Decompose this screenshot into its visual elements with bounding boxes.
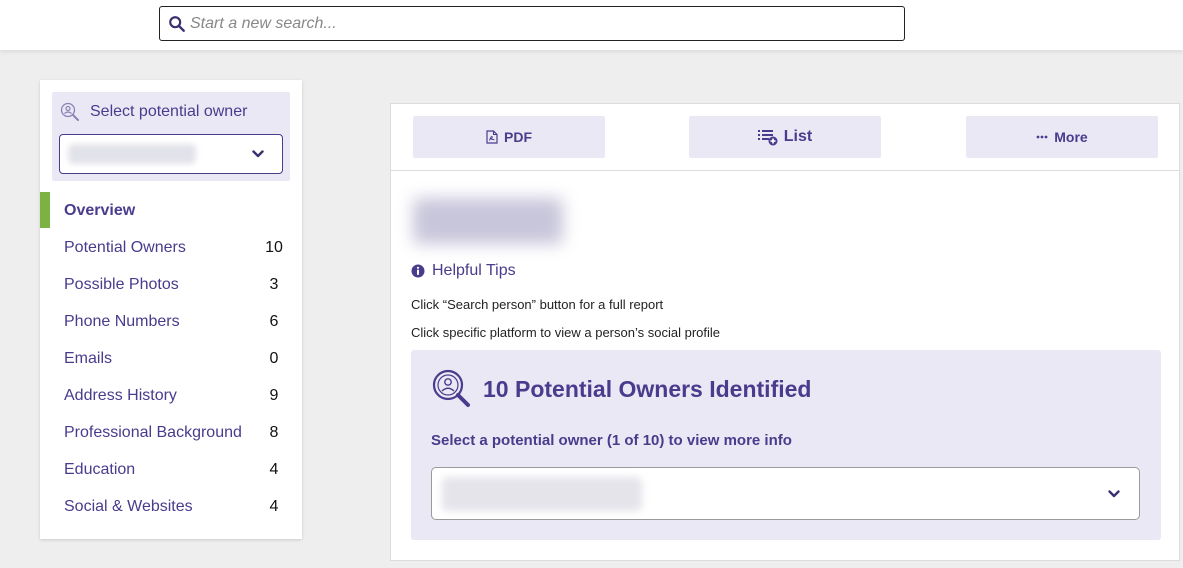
sidebar-item-emails[interactable]: Emails 0 xyxy=(64,340,284,377)
person-search-icon xyxy=(432,369,470,407)
more-dots-icon xyxy=(1036,135,1048,139)
sidebar-item-label: Emails xyxy=(64,349,113,367)
owner-select-box: Select potential owner xyxy=(52,92,290,181)
owner-dropdown-value xyxy=(68,144,196,164)
chevron-down-icon xyxy=(1108,490,1120,498)
tip-line-1: Click “Search person” button for a full … xyxy=(411,297,664,312)
active-nav-indicator xyxy=(40,192,50,228)
sidebar-item-address-history[interactable]: Address History 9 xyxy=(64,377,284,414)
sidebar-item-label: Overview xyxy=(64,201,136,219)
sidebar-item-label: Social & Websites xyxy=(64,497,193,515)
sidebar-item-count: 4 xyxy=(269,497,279,515)
search-icon xyxy=(169,15,185,32)
pdf-button-label: PDF xyxy=(504,129,532,145)
sidebar-item-count: 8 xyxy=(269,423,279,441)
owner-select-value xyxy=(442,477,642,511)
owner-dropdown[interactable] xyxy=(59,134,283,174)
list-add-icon xyxy=(757,130,778,146)
chevron-down-icon xyxy=(252,150,264,158)
sidebar-item-count: 9 xyxy=(269,386,279,404)
search-box[interactable] xyxy=(159,6,905,41)
sidebar-item-count: 6 xyxy=(269,312,279,330)
sidebar-item-social-websites[interactable]: Social & Websites 4 xyxy=(64,488,284,525)
potential-owners-box: 10 Potential Owners Identified Select a … xyxy=(411,350,1161,540)
owner-select-title: Select potential owner xyxy=(60,102,247,122)
main-panel: PDF List More Helpful Tips Click “Search… xyxy=(390,103,1180,561)
owners-heading: 10 Potential Owners Identified xyxy=(431,368,811,410)
sidebar-item-label: Professional Background xyxy=(64,423,242,441)
sidebar-item-overview[interactable]: Overview xyxy=(64,192,284,229)
sidebar-item-phone-numbers[interactable]: Phone Numbers 6 xyxy=(64,303,284,340)
tip-line-2: Click specific platform to view a person… xyxy=(411,325,720,340)
owners-subtitle: Select a potential owner (1 of 10) to vi… xyxy=(431,432,792,449)
profile-name-redacted xyxy=(407,188,572,258)
sidebar-item-label: Education xyxy=(64,460,136,478)
more-button-label: More xyxy=(1054,129,1088,145)
sidebar-item-label: Potential Owners xyxy=(64,238,186,256)
sidebar-item-education[interactable]: Education 4 xyxy=(64,451,284,488)
sidebar-item-count: 3 xyxy=(269,275,279,293)
owner-select-dropdown[interactable] xyxy=(431,467,1140,520)
sidebar-item-label: Possible Photos xyxy=(64,275,179,293)
pdf-button[interactable]: PDF xyxy=(413,116,605,158)
person-search-icon xyxy=(60,102,79,121)
helpful-tips-title: Helpful Tips xyxy=(411,262,516,280)
top-bar xyxy=(0,0,1183,50)
toolbar: PDF List More xyxy=(391,104,1179,171)
sidebar-item-count: 0 xyxy=(269,349,279,367)
sidebar-item-label: Address History xyxy=(64,386,177,404)
sidebar-item-professional-background[interactable]: Professional Background 8 xyxy=(64,414,284,451)
list-button[interactable]: List xyxy=(689,116,881,158)
owners-heading-text: 10 Potential Owners Identified xyxy=(483,375,812,402)
owner-select-label: Select potential owner xyxy=(90,103,248,120)
list-button-label: List xyxy=(783,128,813,145)
search-input[interactable] xyxy=(190,14,870,33)
sidebar-item-count: 10 xyxy=(265,238,283,256)
sidebar-item-count: 4 xyxy=(269,460,279,478)
sidebar-item-potential-owners[interactable]: Potential Owners 10 xyxy=(64,229,284,266)
pdf-icon xyxy=(486,130,498,144)
sidebar-item-possible-photos[interactable]: Possible Photos 3 xyxy=(64,266,284,303)
info-icon xyxy=(411,264,425,278)
left-sidebar: Select potential owner Overview Potentia… xyxy=(40,80,302,539)
more-button[interactable]: More xyxy=(966,116,1158,158)
helpful-tips-label: Helpful Tips xyxy=(432,262,516,279)
sidebar-nav: Overview Potential Owners 10 Possible Ph… xyxy=(64,192,284,525)
sidebar-item-label: Phone Numbers xyxy=(64,312,180,330)
